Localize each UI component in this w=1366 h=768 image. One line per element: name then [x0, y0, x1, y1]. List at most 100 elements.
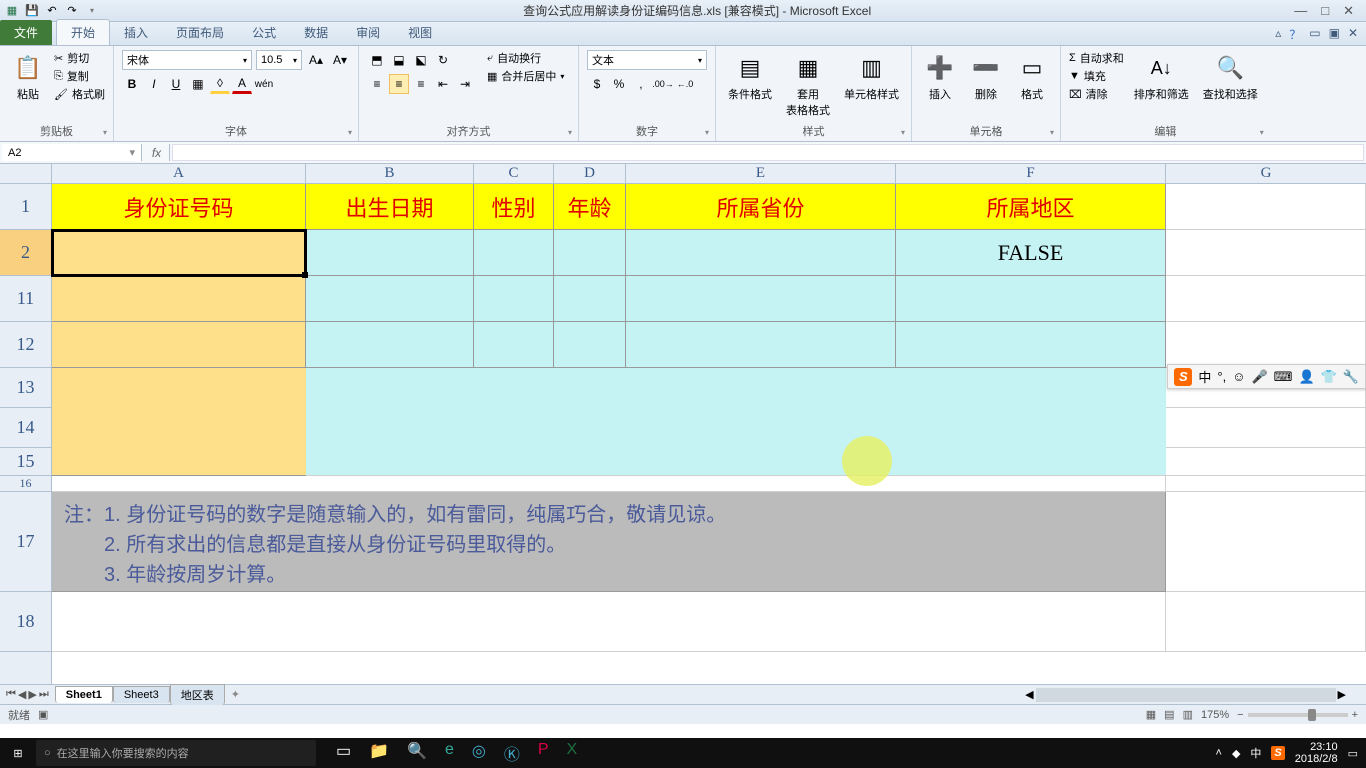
taskbar-app-excel[interactable]: X	[567, 741, 578, 765]
view-normal-icon[interactable]: ▦	[1146, 708, 1156, 721]
hscroll-left-icon[interactable]: ◀	[1025, 688, 1033, 702]
clear-button[interactable]: ⌧清除	[1069, 86, 1124, 102]
cell-A12[interactable]	[52, 322, 306, 368]
taskview-icon[interactable]: ▭	[336, 741, 351, 765]
zoom-level[interactable]: 175%	[1201, 709, 1229, 721]
tray-clock[interactable]: 23:10 2018/2/8	[1295, 741, 1338, 765]
cell-A15[interactable]	[52, 448, 306, 476]
zoom-out-icon[interactable]: −	[1237, 709, 1243, 721]
macro-record-icon[interactable]: ▣	[38, 708, 48, 721]
sheet-tab-region[interactable]: 地区表	[170, 684, 225, 705]
tab-file[interactable]: 文件	[0, 20, 52, 45]
tray-shield-icon[interactable]: ◆	[1232, 747, 1240, 760]
cell-G2[interactable]	[1166, 230, 1366, 276]
select-all-corner[interactable]	[0, 164, 52, 183]
col-header-F[interactable]: F	[896, 164, 1166, 183]
taskbar-app-ppt[interactable]: P	[538, 741, 549, 765]
sheet-tab-sheet3[interactable]: Sheet3	[113, 686, 170, 703]
cell-note[interactable]: 注：1. 身份证号码的数字是随意输入的，如有雷同，纯属巧合，敬请见谅。 2. 所…	[52, 492, 1166, 592]
cell-E1[interactable]: 所属省份	[626, 184, 896, 230]
cell-C1[interactable]: 性别	[474, 184, 554, 230]
col-header-E[interactable]: E	[626, 164, 896, 183]
cell-D12[interactable]	[554, 322, 626, 368]
minimize-ribbon-icon[interactable]: ▵	[1275, 26, 1281, 43]
taskbar-app-edge[interactable]: e	[445, 741, 454, 765]
cell-G15[interactable]	[1166, 448, 1366, 476]
insert-cells-button[interactable]: ➕插入	[920, 50, 960, 104]
cell-G11[interactable]	[1166, 276, 1366, 322]
row-header-1[interactable]: 1	[0, 184, 51, 230]
ribbon-opt1-icon[interactable]: ▭	[1309, 26, 1320, 43]
copy-button[interactable]: ⎘复制	[54, 68, 105, 84]
underline-button[interactable]: U	[166, 74, 186, 94]
name-box[interactable]: A2▾	[2, 144, 142, 161]
fill-button[interactable]: ▼填充	[1069, 68, 1124, 84]
cell-G14[interactable]	[1166, 408, 1366, 448]
bold-button[interactable]: B	[122, 74, 142, 94]
row-header-15[interactable]: 15	[0, 448, 51, 476]
format-painter-button[interactable]: 🖌格式刷	[54, 86, 105, 102]
ime-toolbar[interactable]: S 中 °, ☺ 🎤 ⌨ 👤 👕 🔧	[1167, 364, 1366, 389]
help-icon[interactable]: ？	[1289, 26, 1301, 43]
tray-sogou-icon[interactable]: S	[1271, 746, 1284, 760]
cell-B13[interactable]	[306, 368, 1166, 408]
cell-B14[interactable]	[306, 408, 1166, 448]
ime-emoji-icon[interactable]: ☺	[1232, 369, 1245, 384]
cell-F12[interactable]	[896, 322, 1166, 368]
view-pagebreak-icon[interactable]: ▥	[1183, 708, 1193, 721]
cell-E12[interactable]	[626, 322, 896, 368]
sheet-nav-last-icon[interactable]: ⏭	[39, 688, 49, 701]
conditional-format-button[interactable]: ▤条件格式	[724, 50, 776, 104]
col-header-C[interactable]: C	[474, 164, 554, 183]
tab-insert[interactable]: 插入	[110, 20, 162, 45]
row-header-14[interactable]: 14	[0, 408, 51, 448]
cell-B12[interactable]	[306, 322, 474, 368]
new-sheet-icon[interactable]: ✦	[231, 688, 240, 701]
row-header-2[interactable]: 2	[0, 230, 51, 276]
italic-button[interactable]: I	[144, 74, 164, 94]
cell-E11[interactable]	[626, 276, 896, 322]
tab-view[interactable]: 视图	[394, 20, 446, 45]
taskbar-app-folder[interactable]: 📁	[369, 741, 389, 765]
cell-G16[interactable]	[1166, 476, 1366, 492]
increase-decimal-icon[interactable]: .00→	[653, 74, 673, 94]
align-bottom-icon[interactable]: ⬕	[411, 50, 431, 70]
font-size-select[interactable]: 10.5▾	[256, 50, 302, 70]
undo-icon[interactable]: ↶	[44, 3, 60, 19]
cell-G17[interactable]	[1166, 492, 1366, 592]
ime-keyboard-icon[interactable]: ⌨	[1274, 369, 1293, 385]
sheet-nav-first-icon[interactable]: ⏮	[6, 688, 16, 701]
sheet-nav-next-icon[interactable]: ▶	[28, 688, 36, 701]
format-table-button[interactable]: ▦套用 表格格式	[782, 50, 834, 120]
cell-E2[interactable]	[626, 230, 896, 276]
increase-font-icon[interactable]: A▴	[306, 50, 326, 70]
cell-C2[interactable]	[474, 230, 554, 276]
decrease-font-icon[interactable]: A▾	[330, 50, 350, 70]
sogou-icon[interactable]: S	[1174, 368, 1192, 386]
ime-mic-icon[interactable]: 🎤	[1251, 369, 1267, 385]
wrap-text-button[interactable]: ⤶自动换行	[487, 50, 564, 66]
format-cells-button[interactable]: ▭格式	[1012, 50, 1052, 104]
tab-review[interactable]: 审阅	[342, 20, 394, 45]
formula-input[interactable]	[172, 144, 1364, 161]
cell-A2[interactable]	[52, 230, 306, 276]
ime-lang[interactable]: 中	[1198, 367, 1211, 386]
row-header-13[interactable]: 13	[0, 368, 51, 408]
minimize-button[interactable]: —	[1294, 3, 1307, 19]
decrease-decimal-icon[interactable]: ←.0	[675, 74, 695, 94]
row-header-12[interactable]: 12	[0, 322, 51, 368]
cell-G1[interactable]	[1166, 184, 1366, 230]
taskbar-app-k[interactable]: Ⓚ	[504, 741, 520, 765]
cut-button[interactable]: ✂剪切	[54, 50, 105, 66]
font-color-button[interactable]: A	[232, 74, 252, 94]
col-header-B[interactable]: B	[306, 164, 474, 183]
ime-punct[interactable]: °,	[1217, 369, 1226, 384]
cell-F2[interactable]: FALSE	[896, 230, 1166, 276]
close-button[interactable]: ✕	[1343, 3, 1354, 19]
comma-icon[interactable]: ,	[631, 74, 651, 94]
tray-notifications-icon[interactable]: ▭	[1348, 747, 1358, 760]
paste-button[interactable]: 📋 粘贴	[8, 50, 48, 104]
orientation-icon[interactable]: ↻	[433, 50, 453, 70]
ribbon-opt2-icon[interactable]: ▣	[1329, 26, 1340, 43]
hscroll-right-icon[interactable]: ▶	[1338, 688, 1346, 702]
